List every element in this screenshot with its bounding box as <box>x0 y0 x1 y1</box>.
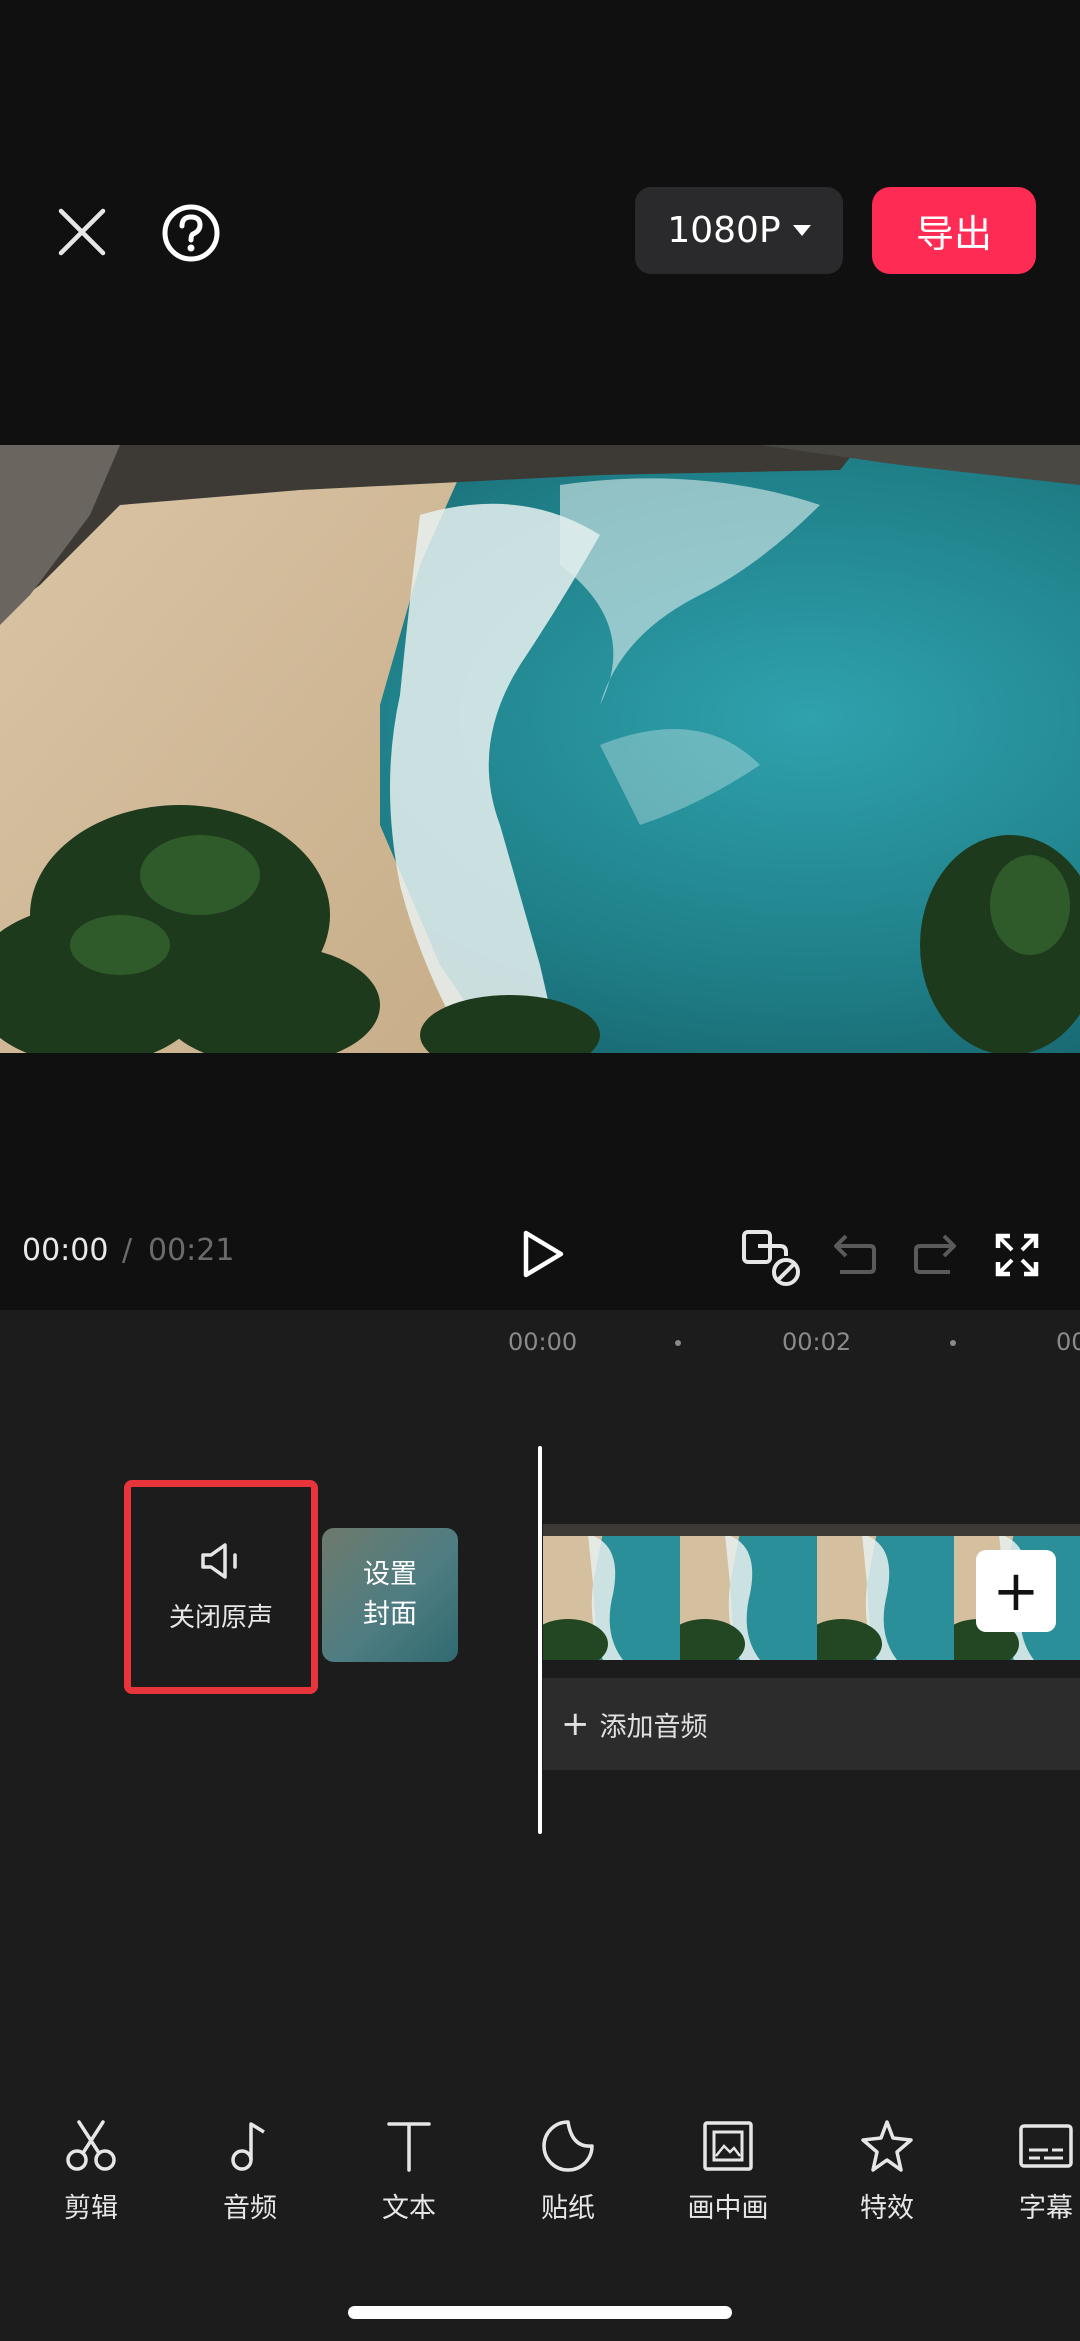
keyframe-icon <box>742 1230 800 1286</box>
subtitle-icon <box>1019 2124 1073 2168</box>
set-cover-button[interactable]: 设置 封面 <box>322 1528 458 1662</box>
caret-down-icon <box>792 225 811 236</box>
close-button[interactable] <box>50 200 114 264</box>
play-icon <box>523 1230 564 1278</box>
fullscreen-icon <box>995 1233 1039 1277</box>
text-icon <box>387 2122 431 2172</box>
export-label: 导出 <box>915 212 992 256</box>
redo-icon <box>914 1234 956 1274</box>
sticker-icon <box>542 2120 594 2172</box>
tool-label: 剪辑 <box>64 2193 118 2224</box>
tool-audio[interactable]: 音频 <box>190 2118 310 2225</box>
tool-label: 字幕 <box>1019 2193 1073 2224</box>
resolution-selector[interactable]: 1080P <box>635 187 843 274</box>
export-button[interactable]: 导出 <box>872 187 1036 274</box>
play-button[interactable] <box>516 1228 568 1280</box>
tool-picture-in-picture[interactable]: 画中画 <box>668 2118 788 2225</box>
effects-star-icon <box>861 2120 913 2172</box>
tool-label: 特效 <box>860 2193 914 2224</box>
keyframe-button[interactable] <box>740 1226 802 1288</box>
add-audio-track[interactable]: + 添加音频 <box>543 1678 1080 1770</box>
total-time: 00:21 <box>148 1233 235 1268</box>
scissors-icon <box>66 2120 116 2171</box>
add-clip-symbol: + <box>992 1558 1040 1624</box>
resolution-label: 1080P <box>667 210 781 251</box>
undo-icon <box>834 1234 876 1274</box>
ruler-label: 00:00 <box>508 1328 578 1356</box>
tool-effects[interactable]: 特效 <box>827 2118 947 2225</box>
close-icon <box>58 208 106 256</box>
tool-subtitle[interactable]: 字幕 <box>986 2118 1080 2225</box>
help-icon <box>162 204 220 262</box>
current-time: 00:00 <box>22 1233 109 1268</box>
cover-label-line2: 封面 <box>363 1599 417 1630</box>
clip-thumbnail <box>543 1524 680 1660</box>
tool-sticker[interactable]: 贴纸 <box>508 2118 628 2225</box>
fullscreen-button[interactable] <box>994 1232 1040 1278</box>
help-button[interactable] <box>158 200 224 266</box>
mute-original-sound-button[interactable]: 关闭原声 <box>124 1480 318 1694</box>
add-clip-button[interactable]: + <box>976 1550 1056 1632</box>
ruler-dot <box>950 1340 956 1346</box>
video-frame <box>0 445 1080 1053</box>
time-separator: / <box>122 1233 133 1268</box>
add-audio-label: 添加音频 <box>599 1711 708 1743</box>
picture-in-picture-icon <box>703 2121 753 2171</box>
ruler-label: 00 <box>1056 1328 1080 1356</box>
clip-thumbnail <box>817 1524 954 1660</box>
cover-label-line1: 设置 <box>363 1559 417 1590</box>
plus-icon: + <box>561 1704 590 1744</box>
tool-label: 音频 <box>223 2193 277 2224</box>
tool-edit[interactable]: 剪辑 <box>31 2118 151 2225</box>
home-indicator <box>348 2306 732 2319</box>
tool-text[interactable]: 文本 <box>349 2118 469 2225</box>
video-preview[interactable] <box>0 445 1080 1053</box>
ruler-label: 00:02 <box>782 1328 852 1356</box>
undo-button[interactable] <box>830 1232 878 1276</box>
redo-button[interactable] <box>912 1232 960 1276</box>
tool-label: 画中画 <box>687 2193 769 2224</box>
tool-label: 贴纸 <box>541 2193 595 2224</box>
speaker-icon <box>201 1542 237 1579</box>
ruler-dot <box>675 1340 681 1346</box>
mute-label: 关闭原声 <box>168 1602 273 1633</box>
tool-label: 文本 <box>382 2193 436 2224</box>
music-note-icon <box>231 2122 265 2171</box>
clip-thumbnail <box>680 1524 817 1660</box>
playhead[interactable] <box>538 1446 542 1834</box>
